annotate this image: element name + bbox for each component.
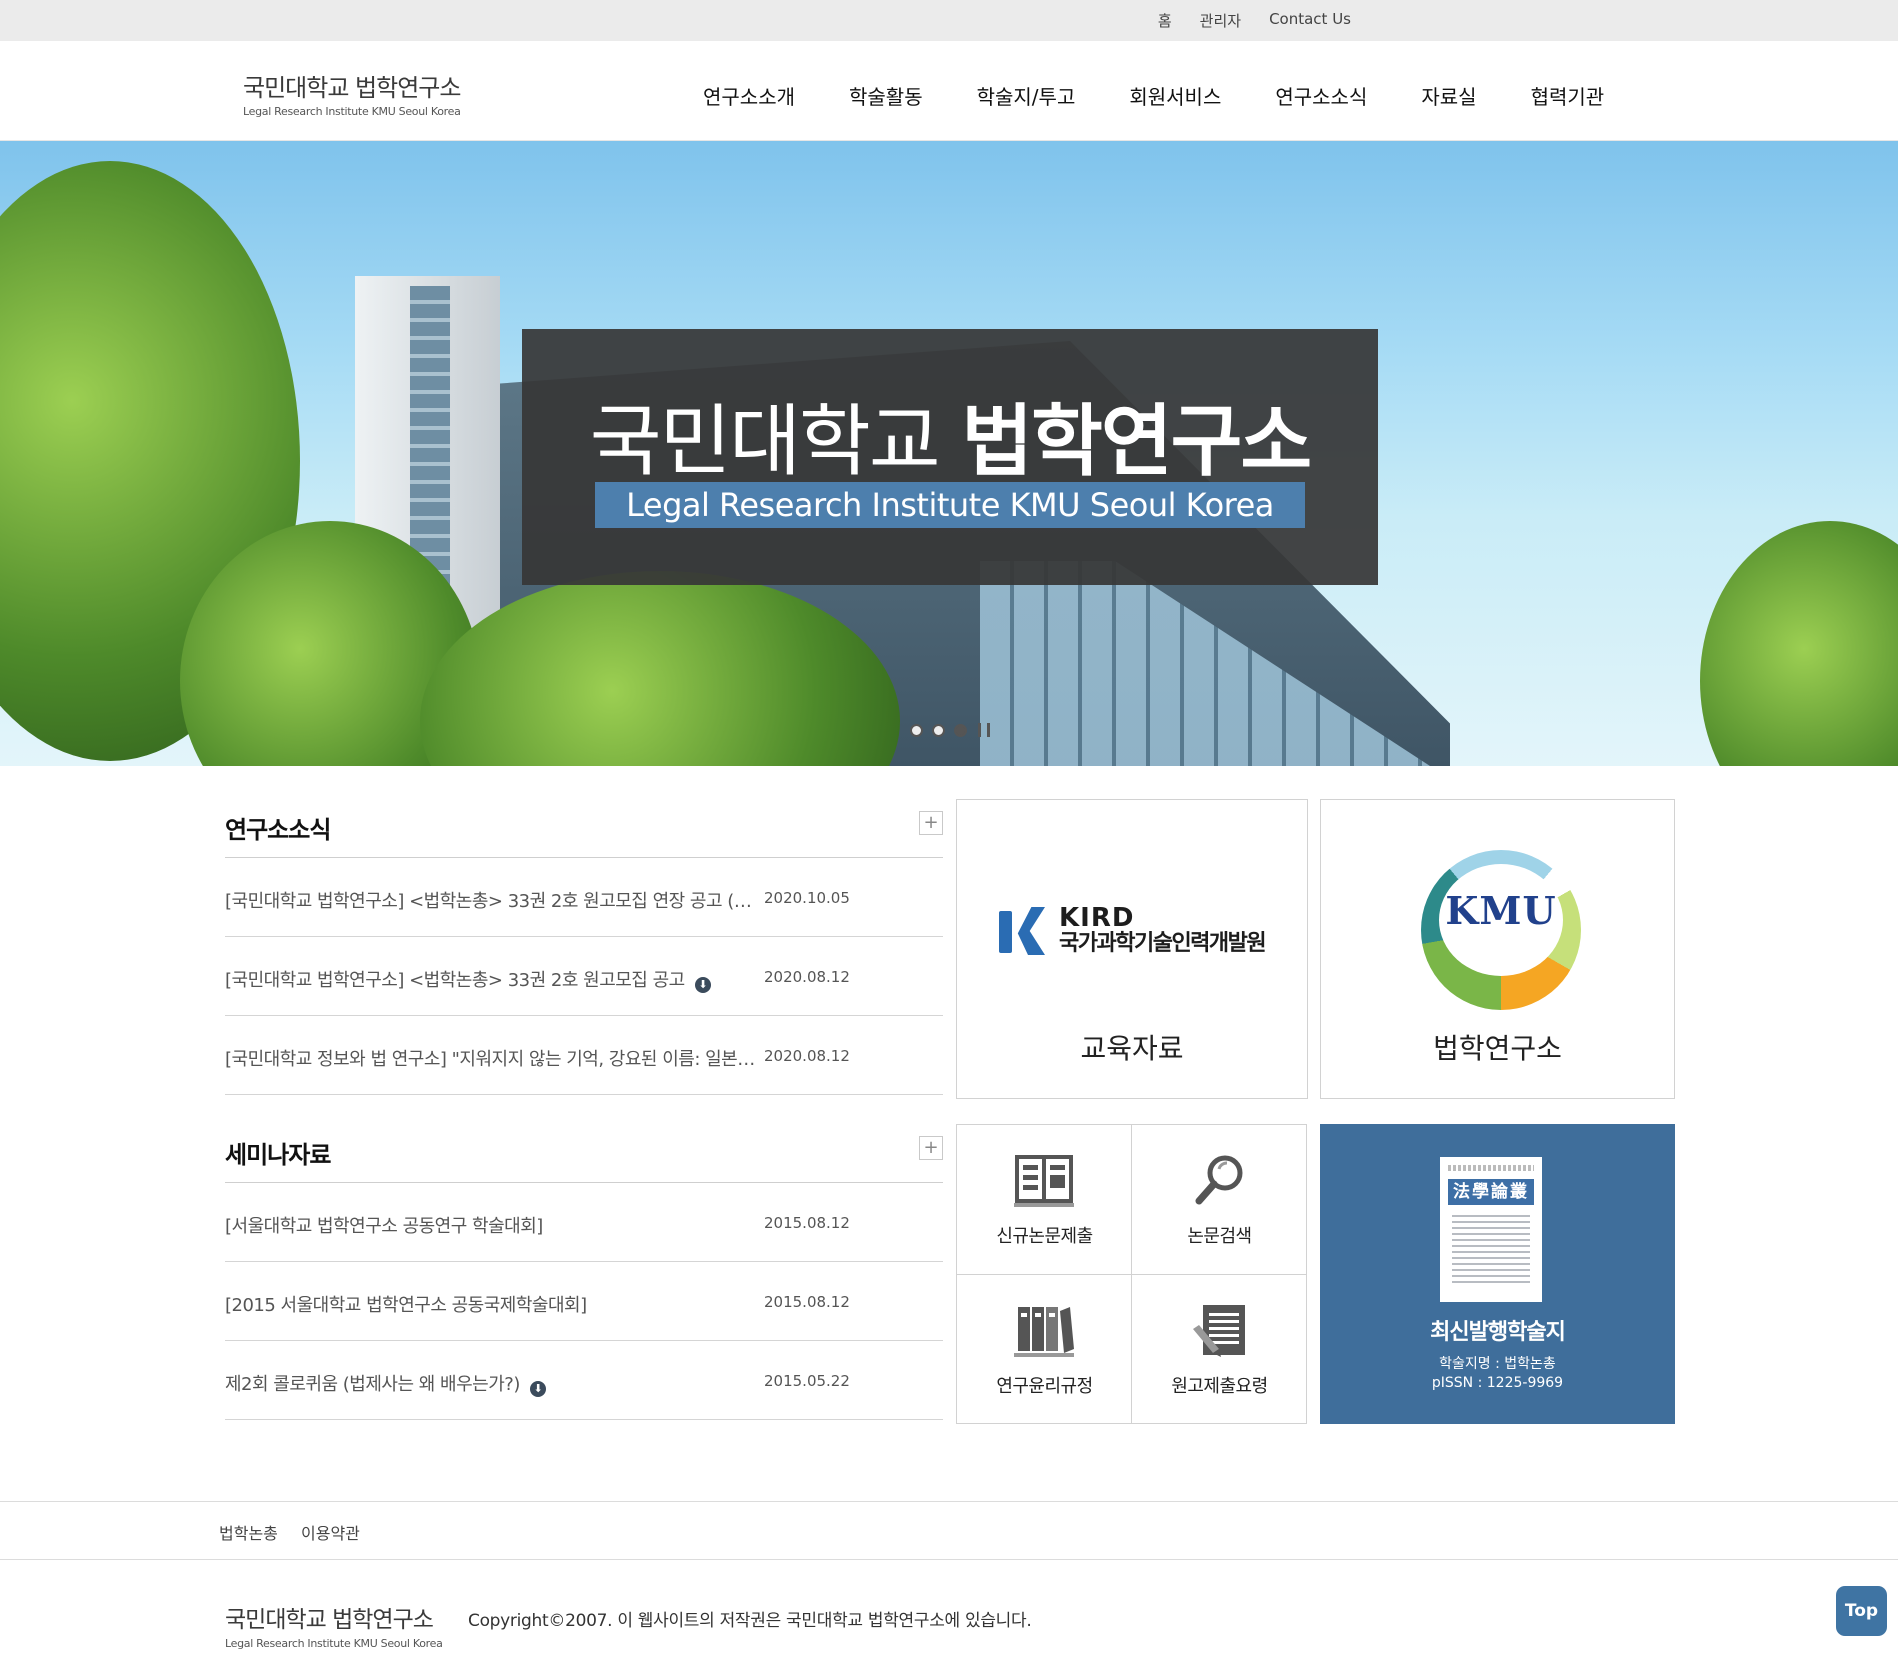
nav-item-partners[interactable]: 협력기관	[1531, 81, 1605, 110]
pause-icon[interactable]	[978, 723, 990, 737]
hero-title-box: 국민대학교 법학연구소 Legal Research Institute KMU…	[522, 329, 1378, 585]
news-item-date: 2020.08.12	[764, 968, 850, 986]
quick-link-label: 신규논문제출	[996, 1226, 1093, 1247]
quick-link-label: 연구윤리규정	[996, 1376, 1093, 1397]
news-board-title: 연구소소식	[225, 816, 331, 844]
journal-card-title: 최신발행학술지	[1430, 1320, 1566, 1345]
nav-item-activities[interactable]: 학술활동	[849, 81, 923, 110]
download-icon[interactable]: ⬇	[694, 977, 711, 993]
nav-item-archive[interactable]: 자료실	[1421, 81, 1476, 110]
latest-journal-card[interactable]: 法學論叢 최신발행학술지 학술지명 : 법학논총 pISSN : 1225-99…	[1320, 1124, 1675, 1424]
seminar-item-date: 2015.08.12	[764, 1293, 850, 1311]
hero-title-bold: 법학연구소	[961, 397, 1312, 487]
nav-item-about[interactable]: 연구소소개	[703, 81, 795, 110]
quick-link-label: 논문검색	[1187, 1226, 1252, 1247]
pen-paper-icon	[1193, 1305, 1245, 1357]
kmu-emblem-text: KMU	[1445, 888, 1557, 933]
journal-cover-image: 法學論叢	[1440, 1157, 1542, 1302]
seminar-board-title: 세미나자료	[225, 1141, 331, 1169]
binders-icon	[1014, 1307, 1074, 1357]
kird-logo-en: KIRD	[1059, 903, 1135, 933]
copyright-text: Copyright©2007. 이 웹사이트의 저작권은 국민대학교 법학연구소…	[468, 1611, 1032, 1631]
kmu-tile-label: 법학연구소	[1433, 1032, 1562, 1065]
slide-indicators	[910, 723, 990, 737]
site-logo[interactable]: 국민대학교 법학연구소 Legal Research Institute KMU…	[243, 68, 461, 118]
seminar-item[interactable]: [2015 서울대학교 법학연구소 공동국제학술대회] 2015.08.12	[225, 1262, 943, 1341]
journal-cover-title: 法學論叢	[1448, 1179, 1534, 1205]
seminar-item-title: 제2회 콜로퀴움 (법제사는 왜 배우는가?) ⬇	[225, 1370, 760, 1397]
news-more-button[interactable]: +	[919, 811, 943, 835]
scroll-top-button[interactable]: Top	[1836, 1586, 1887, 1636]
download-icon[interactable]: ⬇	[529, 1381, 546, 1397]
main-nav: 연구소소개 학술활동 학술지/투고 회원서비스 연구소소식 자료실 협력기관	[703, 81, 1658, 110]
seminar-item-title: [2015 서울대학교 법학연구소 공동국제학술대회]	[225, 1295, 587, 1316]
journal-issn: pISSN : 1225-9969	[1431, 1375, 1564, 1391]
nav-item-journal[interactable]: 학술지/투고	[977, 81, 1076, 110]
news-item-date: 2020.10.05	[764, 889, 850, 907]
footer-link-journal[interactable]: 법학논총	[219, 1520, 278, 1544]
journal-name: 학술지명 : 법학논총	[1439, 1356, 1556, 1372]
news-item[interactable]: [국민대학교 법학연구소] <법학논총> 33권 2호 원고모집 공고 ⬇ 202…	[225, 937, 943, 1016]
seminar-item[interactable]: [서울대학교 법학연구소 공동연구 학술대회] 2015.08.12	[225, 1183, 943, 1262]
kird-logo: KIRD 국가과학기술인력개발원	[999, 903, 1267, 957]
footer-logo: 국민대학교 법학연구소 Legal Research Institute KMU…	[225, 1600, 443, 1650]
contact-us-link[interactable]: Contact Us	[1269, 10, 1351, 31]
seminar-item-date: 2015.05.22	[764, 1372, 850, 1390]
quick-link-submission-guide[interactable]: 원고제출요령	[1132, 1275, 1307, 1424]
quick-link-label: 원고제출요령	[1171, 1376, 1268, 1397]
seminar-board-header: 세미나자료 +	[225, 1121, 943, 1183]
kird-k-icon	[999, 907, 1047, 955]
news-item-title: [국민대학교 정보와 법 연구소] "지워지지 않는 기억, 강요된 이름: 일…	[225, 1049, 760, 1070]
kird-education-tile[interactable]: KIRD 국가과학기술인력개발원 교육자료	[956, 799, 1308, 1099]
slide-dot-2[interactable]	[932, 723, 945, 737]
quick-link-ethics-rules[interactable]: 연구윤리규정	[957, 1275, 1132, 1424]
news-board: 연구소소식 + [국민대학교 법학연구소] <법학논총> 33권 2호 원고모집…	[225, 796, 943, 1095]
slide-dot-1[interactable]	[910, 723, 923, 737]
nav-item-news[interactable]: 연구소소식	[1275, 81, 1367, 110]
kmu-institute-tile[interactable]: KMU 법학연구소	[1320, 799, 1675, 1099]
logo-korean: 국민대학교 법학연구소	[243, 74, 461, 102]
footer-logo-english: Legal Research Institute KMU Seoul Korea	[225, 1637, 443, 1650]
kird-tile-label: 교육자료	[1080, 1032, 1184, 1065]
quick-link-search-paper[interactable]: 논문검색	[1132, 1125, 1307, 1274]
hero-title: 국민대학교 법학연구소	[522, 379, 1378, 491]
slide-dot-3[interactable]	[954, 723, 967, 737]
kmu-emblem-icon: KMU	[1421, 850, 1581, 1010]
utility-links: 홈 관리자 Contact Us	[1158, 10, 1351, 31]
news-board-header: 연구소소식 +	[225, 796, 943, 858]
home-link[interactable]: 홈	[1158, 10, 1172, 31]
seminar-board: 세미나자료 + [서울대학교 법학연구소 공동연구 학술대회] 2015.08.…	[225, 1121, 943, 1420]
logo-english: Legal Research Institute KMU Seoul Korea	[243, 105, 461, 118]
kird-logo-ko: 국가과학기술인력개발원	[1059, 931, 1267, 956]
document-columns-icon	[1014, 1155, 1074, 1207]
news-item-date: 2020.08.12	[764, 1047, 850, 1065]
footer-link-terms[interactable]: 이용약관	[301, 1520, 360, 1544]
hero-banner: 국민대학교 법학연구소 Legal Research Institute KMU…	[0, 141, 1898, 766]
hero-tree-right	[1700, 521, 1898, 766]
footer-logo-korean: 국민대학교 법학연구소	[225, 1607, 434, 1633]
seminar-more-button[interactable]: +	[919, 1136, 943, 1160]
admin-link[interactable]: 관리자	[1200, 10, 1241, 31]
footer-links-bar: 법학논총 이용약관	[0, 1501, 1898, 1560]
hero-subtitle: Legal Research Institute KMU Seoul Korea	[595, 482, 1305, 528]
news-item-title: [국민대학교 법학연구소] <법학논총> 33권 2호 원고모집 공고 ⬇	[225, 966, 760, 993]
seminar-item-date: 2015.08.12	[764, 1214, 850, 1232]
site-header: 국민대학교 법학연구소 Legal Research Institute KMU…	[0, 41, 1898, 141]
seminar-item-title: [서울대학교 법학연구소 공동연구 학술대회]	[225, 1216, 543, 1237]
news-item-title: [국민대학교 법학연구소] <법학논총> 33권 2호 원고모집 연장 공고 (…	[225, 891, 760, 912]
hero-title-light: 국민대학교	[589, 397, 941, 487]
magnifier-icon	[1195, 1155, 1243, 1205]
news-item[interactable]: [국민대학교 법학연구소] <법학논총> 33권 2호 원고모집 연장 공고 (…	[225, 858, 943, 937]
seminar-item[interactable]: 제2회 콜로퀴움 (법제사는 왜 배우는가?) ⬇ 2015.05.22	[225, 1341, 943, 1420]
nav-item-member[interactable]: 회원서비스	[1129, 81, 1221, 110]
quick-link-submit-paper[interactable]: 신규논문제출	[957, 1125, 1132, 1274]
quick-links-grid: 신규논문제출 논문검색 연구윤리규정 원고제출요령	[956, 1124, 1307, 1424]
news-item[interactable]: [국민대학교 정보와 법 연구소] "지워지지 않는 기억, 강요된 이름: 일…	[225, 1016, 943, 1095]
utility-bar: 홈 관리자 Contact Us	[0, 0, 1898, 41]
